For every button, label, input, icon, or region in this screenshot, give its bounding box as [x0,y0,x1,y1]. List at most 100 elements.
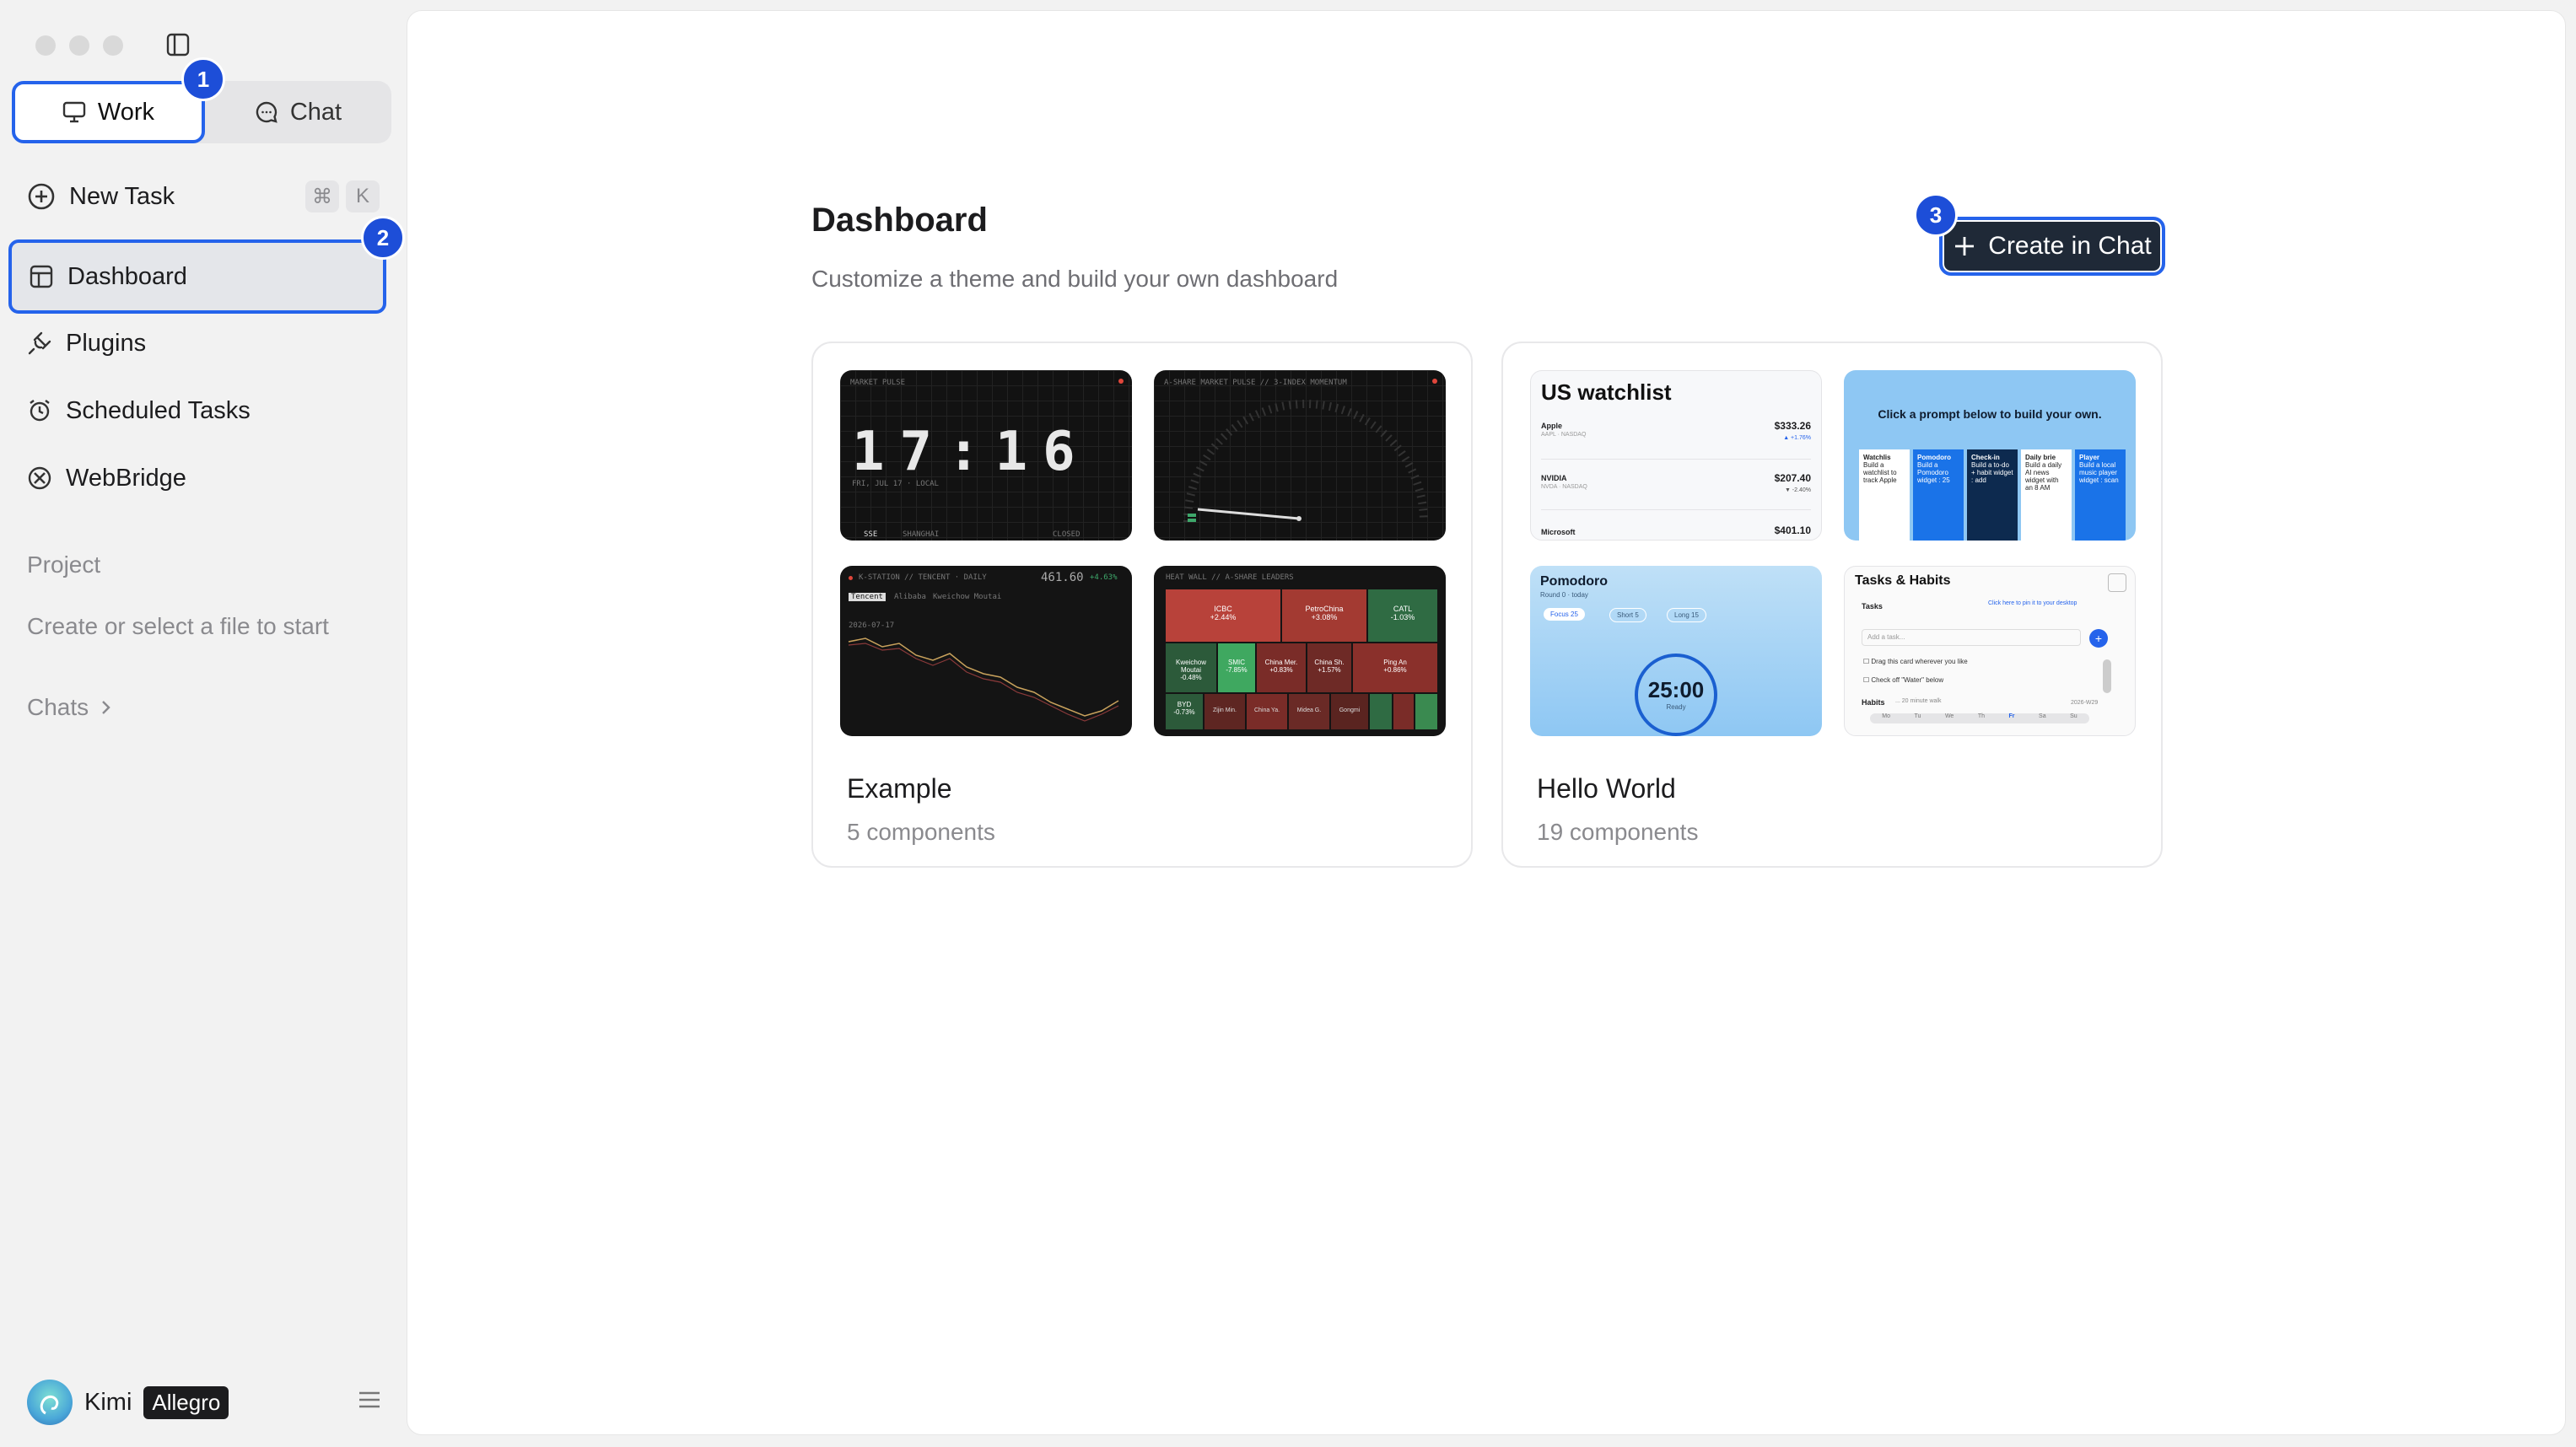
kline-chart [848,637,1119,722]
task-item-label: Check off "Water" below [1871,676,1944,684]
watch-row-sub: AAPL · NASDAQ [1541,432,1587,438]
sidebar-item-label: Scheduled Tasks [66,396,251,424]
cmd-key: ⌘ [305,180,339,212]
pomodoro-state: Ready [1666,703,1686,711]
market-city: SHANGHAI [903,530,940,539]
task-item-label: Drag this card wherever you like [1871,658,1968,665]
sidebar-item-webbridge[interactable]: WebBridge [12,447,386,509]
tab-work[interactable]: Work [12,81,205,143]
heat-cell-change: +0.86% [1383,666,1407,674]
scrollbar[interactable] [2103,659,2111,693]
prompt-card-body: Build a daily AI news widget with an 8 A… [2025,461,2062,492]
heat-cell-name: ICBC [1214,605,1232,613]
pin-checkbox[interactable] [2108,573,2126,592]
sidebar-item-scheduled-tasks[interactable]: Scheduled Tasks [12,379,386,442]
tab-chat[interactable]: Chat [205,81,391,143]
pomodoro-tab-focus[interactable]: Focus 25 [1544,608,1585,621]
pomodoro-tab-short[interactable]: Short 5 [1609,608,1646,622]
divider [1541,459,1811,460]
heat-cell: China Sh. +1.57% [1307,643,1351,692]
heat-cell: CATL -1.03% [1368,589,1437,642]
dashboard-card-example[interactable]: MARKET PULSE 17:16 FRI, JUL 17 · LOCAL S… [811,342,1473,868]
heat-cell: Gongmi [1331,694,1368,729]
heat-cell: China Mer. +0.83% [1257,643,1306,692]
heatmap-grid: ICBC +2.44% PetroChina +3.08% CATL -1.03% K… [1166,589,1437,729]
habit-day: We [1944,713,1954,719]
sidebar-item-plugins[interactable]: Plugins [12,312,386,374]
create-in-chat-button[interactable]: Create in Chat [1939,217,2165,276]
pomodoro-title: Pomodoro [1540,574,1608,589]
zoom-window-button[interactable] [103,35,123,56]
thumb-pomodoro: Pomodoro Round 0 · today Focus 25 Short … [1530,566,1822,736]
new-task-button[interactable]: New Task ⌘ K [12,165,386,228]
prompts-title: Click a prompt below to build your own. [1878,407,2102,421]
project-heading: Project [27,551,101,578]
step-badge-3: 3 [1914,193,1958,237]
heat-cell: China Ya. [1247,694,1287,729]
watch-row-name: Apple [1541,422,1563,430]
heat-cell-change: +3.08% [1311,613,1338,621]
prompt-card: Watchlis Build a watchlist to track Apple [1859,449,1910,541]
watch-row-price: $333.26 [1774,420,1811,432]
heat-cell: Midea G. [1289,694,1329,729]
heat-cell [1370,694,1392,729]
prompt-card-body: Build a local music player widget : scan [2079,461,2119,484]
thumb-kstation: K-STATION // TENCENT · DAILY 461.60 +4.6… [840,566,1132,736]
pomodoro-tab-long[interactable]: Long 15 [1667,608,1706,622]
sidebar-item-dashboard[interactable]: Dashboard [8,239,386,314]
heat-cell [1393,694,1414,729]
close-window-button[interactable] [35,35,56,56]
watch-row-change: ▲ +1.76% [1783,435,1811,441]
chats-toggle[interactable]: Chats [27,694,112,721]
heat-cell-change: +2.44% [1210,613,1237,621]
prompt-card-body: Build a Pomodoro widget : 25 [1917,461,1950,484]
task-item[interactable]: ☐ Drag this card wherever you like [1863,658,1968,665]
habit-hint: ... 20 minute walk [1895,698,1942,704]
add-task-input[interactable]: Add a task... [1862,629,2081,646]
chevron-right-icon [102,701,110,714]
habit-day: Su [2070,713,2078,719]
prompt-card-body: Build a watchlist to track Apple [1863,461,1897,484]
sidebar: Work Chat 1 New Task ⌘ K Dashboard 2 Plu… [0,0,407,1447]
minimize-window-button[interactable] [69,35,89,56]
prompt-card-body: Build a to-do + habit widget : add [1971,461,2013,484]
menu-icon[interactable] [358,1390,381,1410]
project-hint: Create or select a file to start [27,613,329,639]
habits-section: Habits [1862,698,1885,707]
heat-cell-name: Zijin Min. [1212,707,1237,713]
heat-cell: ICBC +2.44% [1166,589,1280,642]
heat-cell: Kweichow Moutai -0.48% [1166,643,1216,692]
heat-cell-name: BYD [1177,701,1192,708]
add-task-button[interactable]: + [2089,629,2108,648]
heat-cell-name: PetroChina [1305,605,1344,613]
status-dot [1118,379,1124,384]
alarm-clock-icon [30,400,50,422]
sidebar-toggle-icon[interactable] [165,32,191,57]
chats-label: Chats [27,694,89,720]
tasks-title: Tasks & Habits [1855,573,1951,588]
page-title: Dashboard [811,202,988,239]
monitor-icon [62,101,86,123]
k-key: K [346,180,380,212]
watch-row-price: $207.40 [1774,472,1811,484]
heat-cell: Zijin Min. [1204,694,1245,729]
prompt-card: Daily brie Build a daily AI news widget w… [2021,449,2072,541]
dashboard-card-hello-world[interactable]: US watchlist Apple AAPL · NASDAQ $333.26… [1501,342,2163,868]
heat-cell: BYD -0.73% [1166,694,1203,729]
sidebar-item-label: Dashboard [67,262,187,290]
watch-row-change: ▼ -2.40% [1784,487,1811,493]
divider [1541,509,1811,510]
heat-cell: PetroChina +3.08% [1282,589,1366,642]
heat-cell-name: Gongmi [1339,707,1361,713]
heat-cell-name: SMIC [1228,659,1245,666]
habit-day: Fr [2008,713,2015,719]
user-footer[interactable]: Kimi Allegro [27,1380,229,1425]
page-subtitle: Customize a theme and build your own das… [811,266,1339,292]
card-title: Hello World [1537,773,1676,804]
main-panel: Dashboard Customize a theme and build yo… [407,10,2566,1435]
habit-week: 2026-W29 [2071,700,2099,706]
prompt-card-title: Watchlis [1863,454,1891,461]
task-item[interactable]: ☐ Check off "Water" below [1863,676,1943,684]
clock-date: FRI, JUL 17 · LOCAL [852,480,939,488]
tab-work-label: Work [97,98,155,126]
